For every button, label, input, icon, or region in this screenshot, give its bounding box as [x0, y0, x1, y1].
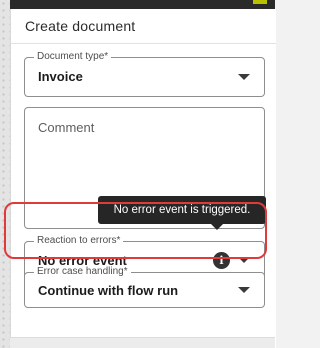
reaction-to-errors-label: Reaction to errors*	[34, 235, 124, 247]
info-icon[interactable]: i	[213, 252, 230, 269]
chevron-down-icon[interactable]	[238, 74, 250, 80]
create-document-panel: Create document Document type* Invoice C…	[10, 9, 276, 348]
info-tooltip: No error event is triggered.	[98, 196, 266, 224]
accent-mark	[253, 0, 267, 4]
document-type-label: Document type*	[34, 51, 112, 63]
chevron-down-icon[interactable]	[238, 287, 250, 293]
error-case-handling-label: Error case handling*	[34, 266, 131, 278]
chevron-down-icon[interactable]	[238, 257, 250, 263]
background-grid	[0, 0, 10, 348]
document-type-select[interactable]: Document type* Invoice	[24, 51, 265, 97]
tooltip-arrow	[211, 224, 223, 230]
document-type-value: Invoice	[38, 69, 83, 84]
title-divider	[11, 43, 276, 44]
error-case-handling-select[interactable]: Error case handling* Continue with flow …	[24, 266, 265, 308]
panel-title: Create document	[25, 18, 136, 34]
top-bar	[10, 0, 275, 9]
bottom-bar	[10, 337, 275, 348]
error-case-handling-value: Continue with flow run	[38, 283, 179, 298]
comment-placeholder: Comment	[38, 120, 95, 135]
